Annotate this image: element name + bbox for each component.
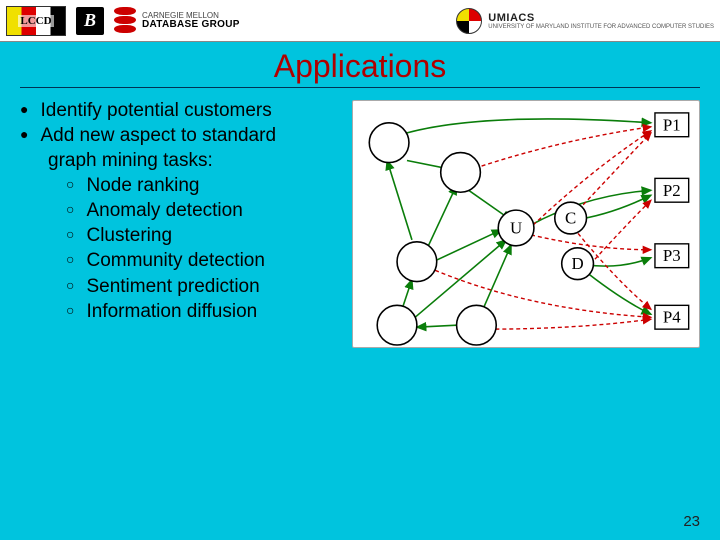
sub-6: Information diffusion [66, 299, 340, 324]
umiacs-shield-icon [456, 8, 482, 34]
sub-2: Anomaly detection [66, 198, 340, 223]
bullet-list: Identify potential customers Add new asp… [20, 98, 340, 348]
sub-3: Clustering [66, 223, 340, 248]
sub-2-text: Anomaly detection [86, 200, 242, 221]
title-divider [20, 87, 700, 88]
p2-label: P2 [663, 181, 681, 200]
graph-diagram: U C D P1 P2 P3 P4 [352, 100, 700, 348]
sub-6-text: Information diffusion [86, 301, 257, 322]
database-cylinder-icon [114, 7, 136, 35]
bullet-2-text-b: graph mining tasks: [20, 148, 340, 173]
umiacs-title: UMIACS [488, 12, 714, 24]
sub-1-text: Node ranking [86, 175, 199, 196]
p1-label: P1 [663, 115, 681, 134]
bullet-2: Add new aspect to standard graph mining … [20, 123, 340, 324]
sub-5: Sentiment prediction [66, 274, 340, 299]
header-bar: B CARNEGIE MELLON DATABASE GROUP UMIACS … [0, 0, 720, 42]
bullet-2-text-a: Add new aspect to standard [40, 125, 276, 146]
bullet-1: Identify potential customers [20, 98, 340, 123]
bullet-1-text: Identify potential customers [40, 100, 271, 121]
logo-lccd-box [6, 6, 66, 36]
cmu-db-text: CARNEGIE MELLON DATABASE GROUP [142, 12, 240, 30]
lccd-shield-icon [6, 6, 66, 36]
cmu-line2: DATABASE GROUP [142, 20, 240, 30]
umiacs-subtitle: UNIVERSITY OF MARYLAND INSTITUTE FOR ADV… [488, 24, 714, 30]
slide-title: Applications [0, 42, 720, 87]
content-area: Identify potential customers Add new asp… [0, 98, 720, 348]
page-number: 23 [683, 513, 700, 530]
node-u-label: U [510, 218, 522, 237]
p4-label: P4 [663, 308, 681, 327]
sub-4-text: Community detection [86, 250, 264, 271]
sub-4: Community detection [66, 248, 340, 273]
logo-b-icon: B [76, 7, 104, 35]
sub-1: Node ranking [66, 173, 340, 198]
logo-umiacs: UMIACS UNIVERSITY OF MARYLAND INSTITUTE … [456, 8, 714, 34]
sub-3-text: Clustering [86, 225, 172, 246]
p3-label: P3 [663, 246, 681, 265]
umiacs-text: UMIACS UNIVERSITY OF MARYLAND INSTITUTE … [488, 12, 714, 30]
sub-5-text: Sentiment prediction [86, 276, 259, 297]
logo-cmu-db: CARNEGIE MELLON DATABASE GROUP [114, 7, 240, 35]
sub-list: Node ranking Anomaly detection Clusterin… [20, 173, 340, 323]
node-d-label: D [571, 254, 583, 273]
node-c-label: C [565, 209, 576, 228]
